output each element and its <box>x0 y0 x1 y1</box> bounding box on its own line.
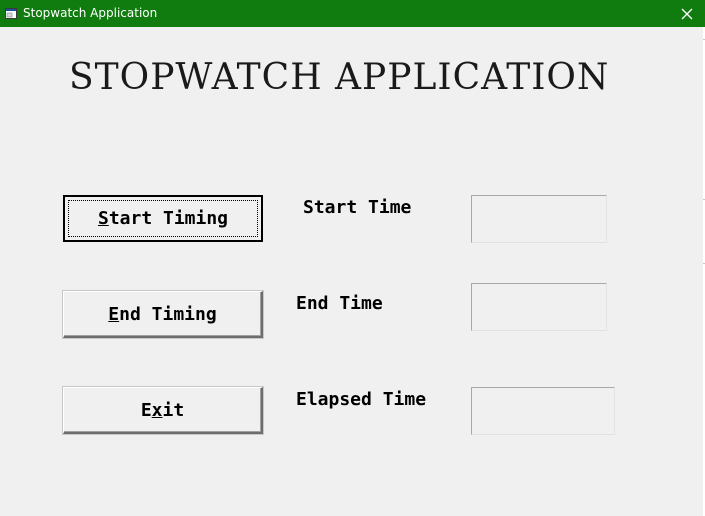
elapsed-time-label: Elapsed Time <box>296 389 427 410</box>
title-bar[interactable]: Stopwatch Application <box>0 0 705 27</box>
exit-access-key: x <box>151 400 163 421</box>
elapsed-time-field[interactable] <box>471 387 615 435</box>
page-title: STOPWATCH APPLICATION <box>69 57 610 98</box>
start-time-label: Start Time <box>303 197 412 218</box>
stopwatch-window: Stopwatch Application STOPWATCH APPLICAT… <box>0 0 705 516</box>
close-icon <box>681 8 693 20</box>
end-timing-button[interactable]: End Timing <box>63 291 263 338</box>
start-time-field[interactable] <box>471 195 607 243</box>
window-title: Stopwatch Application <box>23 6 158 20</box>
start-button-label: tart Timing <box>108 208 229 229</box>
end-time-label: End Time <box>296 293 383 314</box>
end-button-label: nd Timing <box>119 304 217 325</box>
app-window-icon <box>5 8 17 19</box>
close-button[interactable] <box>669 0 705 27</box>
start-access-key: S <box>97 208 109 229</box>
exit-label-before: E <box>140 400 152 421</box>
end-time-field[interactable] <box>471 283 607 331</box>
exit-button[interactable]: Exit <box>63 387 263 434</box>
start-timing-button[interactable]: Start Timing <box>63 195 263 242</box>
exit-label-after: it <box>162 400 185 421</box>
end-access-key: E <box>108 304 120 325</box>
